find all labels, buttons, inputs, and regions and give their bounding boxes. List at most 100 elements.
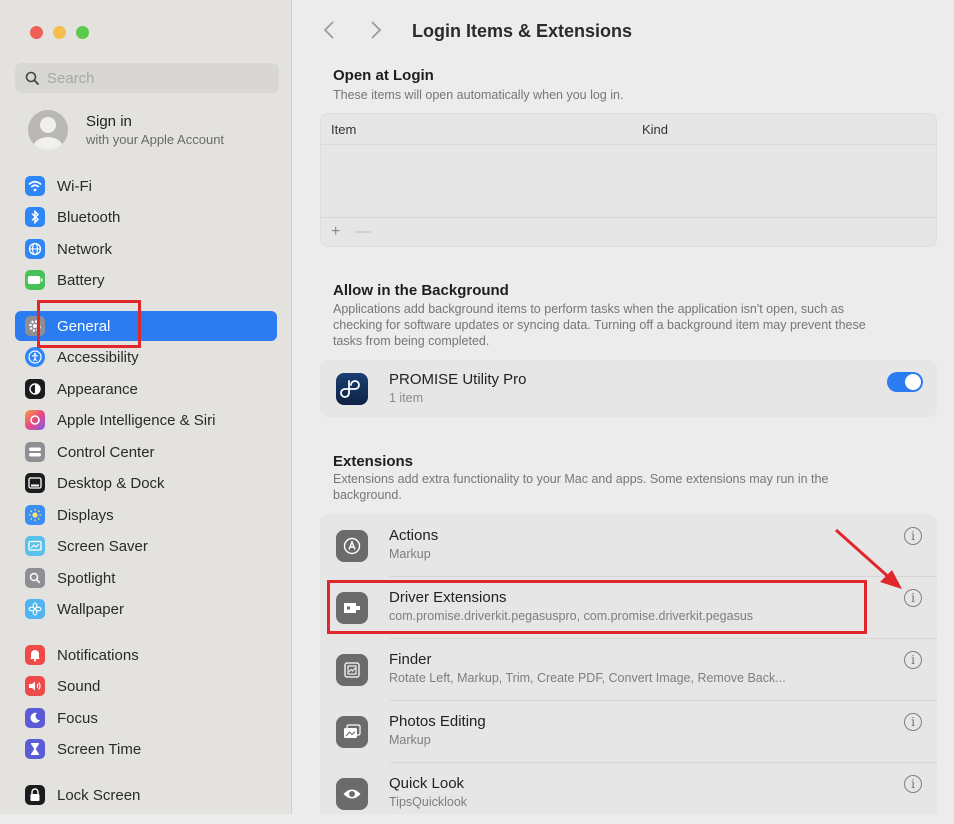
sidebar-item-label: Displays (57, 506, 114, 524)
back-button[interactable] (323, 20, 335, 46)
page-title: Login Items & Extensions (412, 21, 633, 41)
speaker-icon (25, 676, 45, 696)
sidebar-item-label: Notifications (57, 646, 139, 664)
sidebar-item-control-center[interactable]: Control Center (15, 437, 277, 467)
photos-editing-icon (336, 716, 368, 748)
extension-row-photos-editing[interactable]: Photos Editing Markup i (320, 700, 937, 762)
background-item-row: PROMISE Utility Pro 1 item (320, 360, 937, 417)
eye-icon (336, 778, 368, 810)
forward-button[interactable] (370, 20, 382, 46)
apple-account-sign-in[interactable]: Sign in with your Apple Account (28, 110, 224, 150)
sidebar-item-label: Network (57, 240, 113, 258)
sidebar-item-displays[interactable]: Displays (15, 500, 277, 530)
flower-icon (25, 599, 45, 619)
sign-in-subtitle: with your Apple Account (86, 132, 225, 147)
sidebar-item-notifications[interactable]: Notifications (15, 640, 277, 670)
main-content: Login Items & Extensions Open at Login T… (293, 0, 954, 814)
extension-name: Finder (389, 651, 432, 668)
sidebar-item-label: Wi-Fi (57, 177, 92, 195)
close-window-button[interactable] (30, 26, 43, 39)
table-header: Item Kind (321, 114, 936, 145)
battery-icon (25, 270, 45, 290)
column-header-kind[interactable]: Kind (642, 122, 668, 137)
background-item-name: PROMISE Utility Pro (389, 371, 527, 388)
extensions-subtitle: Extensions add extra functionality to yo… (333, 472, 829, 502)
sidebar: Sign in with your Apple Account Wi-Fi Bl… (0, 0, 292, 814)
extension-name: Actions (389, 527, 439, 544)
annotation-highlight-driver-extensions (327, 580, 867, 634)
sidebar-item-screen-saver[interactable]: Screen Saver (15, 531, 277, 561)
sidebar-item-focus[interactable]: Focus (15, 703, 277, 733)
actions-icon (336, 530, 368, 562)
sidebar-item-label: Spotlight (57, 569, 116, 587)
magnifier-icon (25, 568, 45, 588)
bluetooth-icon (25, 207, 45, 227)
sidebar-item-network[interactable]: Network (15, 234, 277, 264)
sidebar-item-label: Bluetooth (57, 208, 121, 226)
row-divider (390, 762, 937, 763)
sidebar-item-bluetooth[interactable]: Bluetooth (15, 202, 277, 232)
background-item-count: 1 item (389, 391, 424, 405)
globe-icon (25, 239, 45, 259)
sidebar-item-label: Sound (57, 677, 101, 695)
minimize-window-button[interactable] (53, 26, 66, 39)
window-controls (30, 26, 89, 39)
add-login-item-button[interactable]: + (331, 223, 340, 241)
sidebar-item-label: Desktop & Dock (57, 474, 165, 492)
allow-background-title: Allow in the Background (333, 282, 509, 299)
sidebar-item-sound[interactable]: Sound (15, 671, 277, 701)
avatar (28, 110, 68, 150)
remove-login-item-button[interactable]: — (354, 223, 370, 241)
sign-in-title: Sign in (86, 113, 132, 130)
accessibility-icon (25, 347, 45, 367)
open-at-login-title: Open at Login (333, 67, 434, 84)
extension-row-finder[interactable]: Finder Rotate Left, Markup, Trim, Create… (320, 638, 937, 700)
sidebar-item-label: Screen Time (57, 740, 142, 758)
bell-icon (25, 645, 45, 665)
chevron-right-icon (371, 21, 382, 39)
sidebar-item-appearance[interactable]: Appearance (15, 374, 277, 404)
extensions-title: Extensions (333, 453, 414, 470)
sidebar-item-label: Battery (57, 271, 105, 289)
background-item-toggle[interactable] (887, 372, 923, 392)
search-input[interactable] (47, 69, 247, 87)
chevron-left-icon (323, 21, 334, 39)
column-header-item[interactable]: Item (331, 122, 356, 137)
sidebar-item-wifi[interactable]: Wi-Fi (15, 171, 277, 201)
sun-icon (25, 505, 45, 525)
moon-icon (25, 708, 45, 728)
search-field[interactable] (15, 63, 279, 93)
control-center-icon (25, 442, 45, 462)
info-icon[interactable]: i (904, 775, 922, 793)
extension-name: Photos Editing (389, 713, 486, 730)
screen-saver-icon (25, 536, 45, 556)
promise-utility-icon (336, 373, 368, 405)
hourglass-icon (25, 739, 45, 759)
info-icon[interactable]: i (904, 651, 922, 669)
sidebar-item-label: Lock Screen (57, 786, 141, 804)
info-icon[interactable]: i (904, 713, 922, 731)
sidebar-item-lock-screen[interactable]: Lock Screen (15, 780, 277, 810)
row-divider (390, 638, 937, 639)
extension-description: Rotate Left, Markup, Trim, Create PDF, C… (389, 671, 786, 685)
zoom-window-button[interactable] (76, 26, 89, 39)
siri-icon (25, 410, 45, 430)
sidebar-item-label: Accessibility (57, 348, 139, 366)
extension-row-quick-look[interactable]: Quick Look TipsQuicklook i (320, 762, 937, 824)
extension-name: Quick Look (389, 775, 465, 792)
appearance-icon (25, 379, 45, 399)
row-divider (390, 700, 937, 701)
open-at-login-subtitle: These items will open automatically when… (333, 88, 624, 102)
lock-icon (25, 785, 45, 805)
sidebar-item-wallpaper[interactable]: Wallpaper (15, 594, 277, 624)
sidebar-item-desktop-dock[interactable]: Desktop & Dock (15, 468, 277, 498)
extension-description: TipsQuicklook (389, 795, 468, 809)
sidebar-item-battery[interactable]: Battery (15, 265, 277, 295)
sidebar-item-label: Screen Saver (57, 537, 148, 555)
extension-description: Markup (389, 733, 431, 747)
sidebar-item-spotlight[interactable]: Spotlight (15, 563, 277, 593)
sidebar-item-apple-intelligence-siri[interactable]: Apple Intelligence & Siri (15, 405, 277, 435)
search-icon (25, 71, 39, 85)
sidebar-item-screen-time[interactable]: Screen Time (15, 734, 277, 764)
sidebar-item-label: Control Center (57, 443, 155, 461)
